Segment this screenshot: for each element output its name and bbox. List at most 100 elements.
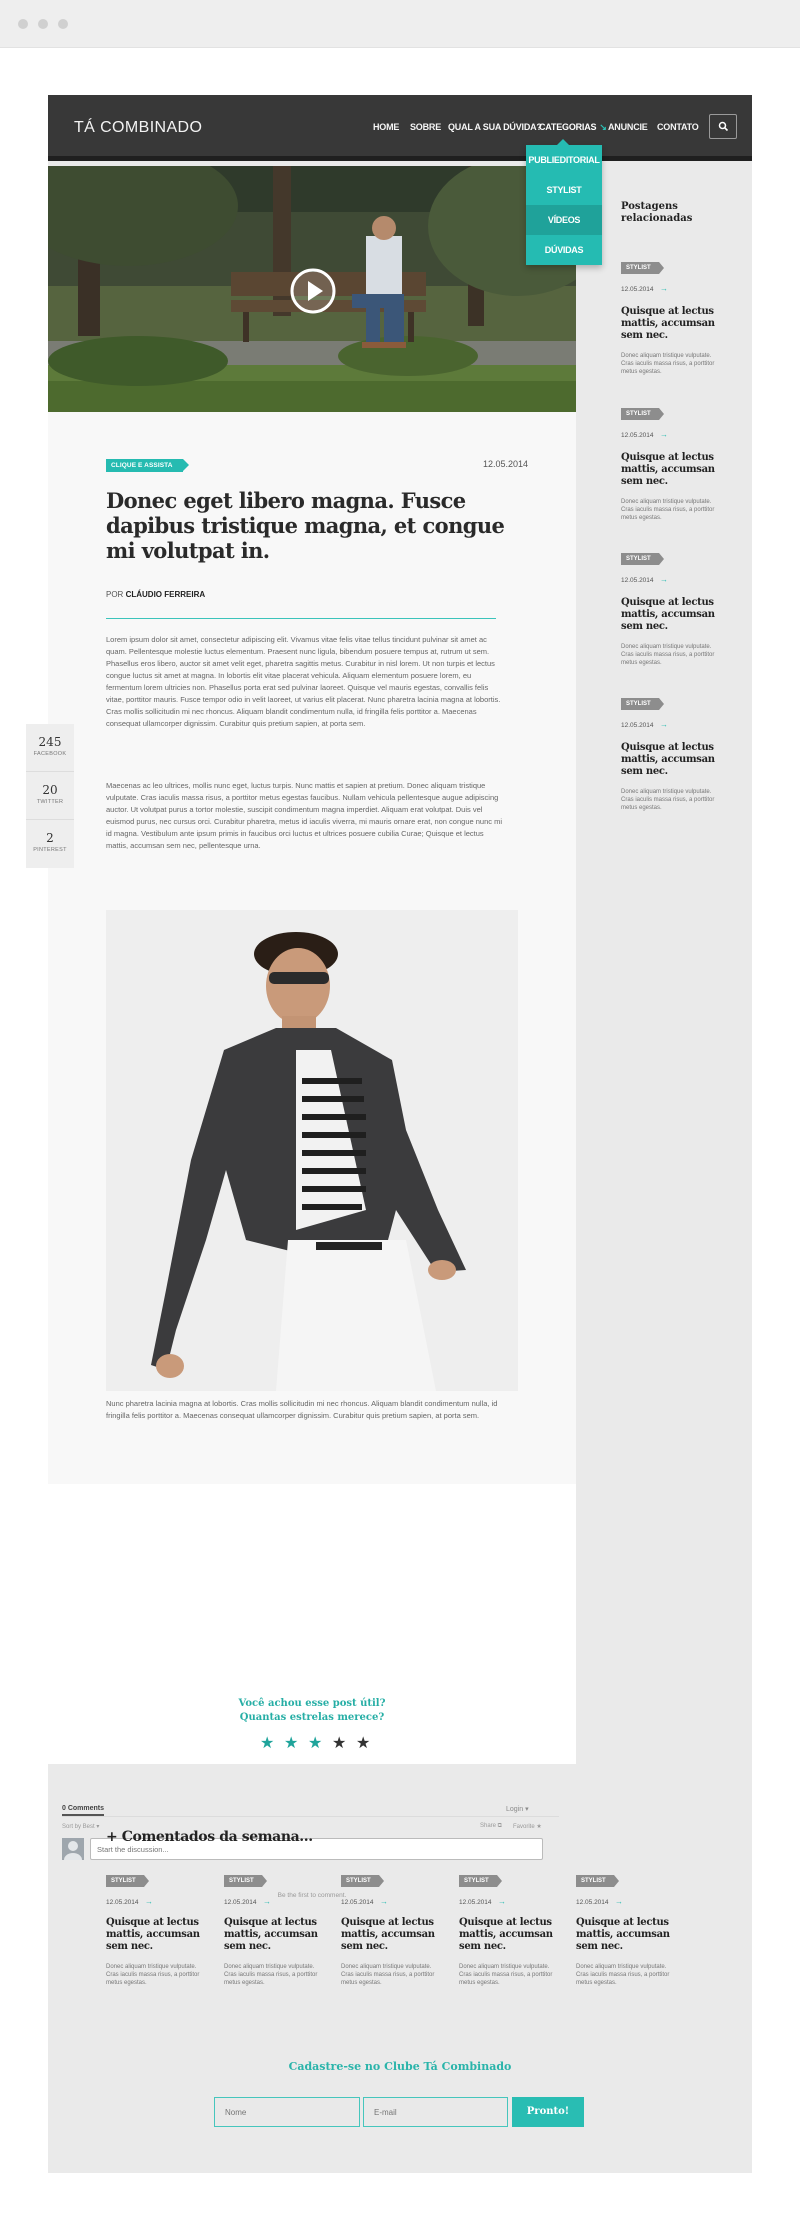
rating-star-3[interactable]: ★ bbox=[308, 1736, 322, 1752]
week-card-tag[interactable]: STYLIST bbox=[459, 1875, 502, 1887]
week-card-tag[interactable]: STYLIST bbox=[224, 1875, 267, 1887]
week-card-excerpt: Donec aliquam tristique vulputate. Cras … bbox=[106, 1964, 200, 1986]
week-card-date: 12.05.2014 bbox=[106, 1899, 139, 1906]
categorias-dropdown: PUBLIEDITORIAL STYLIST VÍDEOS DÚVIDAS bbox=[526, 139, 602, 265]
week-card-title[interactable]: Quisque at lectus mattis, accumsan sem n… bbox=[576, 1917, 671, 1953]
related-card-title[interactable]: Quisque at lectus mattis, accumsan sem n… bbox=[621, 306, 716, 342]
arrow-right-icon[interactable]: → bbox=[615, 1897, 623, 1906]
related-card-tag[interactable]: STYLIST bbox=[621, 408, 664, 420]
week-card-date: 12.05.2014 bbox=[224, 1899, 257, 1906]
week-card-title[interactable]: Quisque at lectus mattis, accumsan sem n… bbox=[459, 1917, 554, 1953]
post-title: Donec eget libero magna. Fusce dapibus t… bbox=[106, 488, 505, 563]
rating-star-5[interactable]: ★ bbox=[356, 1736, 370, 1752]
share-count: 245 bbox=[38, 735, 62, 749]
dropdown-item-publieditorial[interactable]: PUBLIEDITORIAL bbox=[526, 145, 602, 175]
share-count: 20 bbox=[42, 783, 58, 797]
week-card-title[interactable]: Quisque at lectus mattis, accumsan sem n… bbox=[224, 1917, 319, 1953]
related-card-excerpt: Donec aliquam tristique vulputate. Cras … bbox=[621, 353, 715, 375]
related-card-excerpt: Donec aliquam tristique vulputate. Cras … bbox=[621, 789, 715, 811]
week-card-date: 12.05.2014 bbox=[341, 1899, 374, 1906]
comments-count-tab[interactable]: 0 Comments bbox=[62, 1805, 104, 1812]
related-card-date: 12.05.2014 bbox=[621, 722, 654, 729]
comments-divider bbox=[62, 1816, 559, 1817]
share-facebook[interactable]: 245 FACEBOOK bbox=[26, 724, 74, 772]
week-card-date: 12.05.2014 bbox=[459, 1899, 492, 1906]
comments-sort-dropdown[interactable]: Sort by Best ▾ bbox=[62, 1823, 99, 1830]
nav-qual-a-sua-duvida[interactable]: QUAL A SUA DÚVIDA? bbox=[448, 122, 542, 132]
week-card-tag[interactable]: STYLIST bbox=[341, 1875, 384, 1887]
arrow-right-icon[interactable]: → bbox=[498, 1897, 506, 1906]
comments-login-link[interactable]: Login ▾ bbox=[506, 1805, 529, 1813]
related-card-date: 12.05.2014 bbox=[621, 432, 654, 439]
related-card-tag[interactable]: STYLIST bbox=[621, 553, 664, 565]
newsletter-submit-button[interactable]: Pronto! bbox=[512, 2097, 584, 2127]
nav-categorias[interactable]: CATEGORIAS ↘ bbox=[539, 122, 607, 133]
week-card-excerpt: Donec aliquam tristique vulputate. Cras … bbox=[576, 1964, 670, 1986]
nav-sobre[interactable]: SOBRE bbox=[410, 122, 441, 132]
related-card-tag[interactable]: STYLIST bbox=[621, 262, 664, 274]
arrow-right-icon[interactable]: → bbox=[660, 430, 668, 439]
comments-favorite-link[interactable]: Favorite ★ bbox=[513, 1823, 542, 1830]
post-paragraph: Nunc pharetra lacinia magna at lobortis.… bbox=[106, 1399, 498, 1420]
share-counters: 245 FACEBOOK 20 TWITTER 2 PINTEREST bbox=[26, 724, 74, 868]
related-card-date: 12.05.2014 bbox=[621, 286, 654, 293]
share-count: 2 bbox=[46, 831, 54, 845]
site-logo[interactable]: TÁ COMBINADO bbox=[74, 119, 202, 137]
week-card-date: 12.05.2014 bbox=[576, 1899, 609, 1906]
related-card-title[interactable]: Quisque at lectus mattis, accumsan sem n… bbox=[621, 742, 716, 778]
comments-empty-message: Be the first to comment. bbox=[277, 1892, 347, 1899]
rating-question: Você achou esse post útil? Quantas estre… bbox=[48, 1697, 576, 1725]
arrow-right-icon[interactable]: → bbox=[660, 720, 668, 729]
dropdown-item-stylist[interactable]: STYLIST bbox=[526, 175, 602, 205]
nav-categorias-label: CATEGORIAS bbox=[539, 122, 597, 132]
share-pinterest[interactable]: 2 PINTEREST bbox=[26, 820, 74, 868]
sidebar-title-line1: Postagens bbox=[621, 201, 678, 212]
related-card-excerpt: Donec aliquam tristique vulputate. Cras … bbox=[621, 499, 715, 521]
arrow-right-icon[interactable]: → bbox=[660, 575, 668, 584]
post-byline: POR CLÁUDIO FERREIRA bbox=[106, 590, 205, 599]
rating-question-line2: Quantas estrelas merece? bbox=[239, 1712, 385, 1723]
nav-anuncie[interactable]: ANUNCIE bbox=[608, 122, 648, 132]
week-card-tag[interactable]: STYLIST bbox=[106, 1875, 149, 1887]
post-paragraph: Maecenas ac leo ultrices, mollis nunc eg… bbox=[106, 781, 503, 850]
newsletter-email-input[interactable] bbox=[363, 2097, 508, 2127]
week-card-title[interactable]: Quisque at lectus mattis, accumsan sem n… bbox=[341, 1917, 436, 1953]
share-twitter[interactable]: 20 TWITTER bbox=[26, 772, 74, 820]
search-button[interactable] bbox=[709, 114, 737, 139]
video-player[interactable] bbox=[48, 166, 576, 412]
window-close-dot[interactable] bbox=[18, 19, 28, 29]
rating-star-4[interactable]: ★ bbox=[332, 1736, 346, 1752]
rating-star-2[interactable]: ★ bbox=[284, 1736, 298, 1752]
nav-contato[interactable]: CONTATO bbox=[657, 122, 699, 132]
post-category-badge[interactable]: CLIQUE E ASSISTA bbox=[106, 459, 189, 472]
window-maximize-dot[interactable] bbox=[58, 19, 68, 29]
share-label: FACEBOOK bbox=[33, 751, 67, 757]
sidebar-title: Postagens relacionadas bbox=[621, 201, 692, 225]
arrow-right-icon[interactable]: → bbox=[263, 1897, 271, 1906]
week-card-excerpt: Donec aliquam tristique vulputate. Cras … bbox=[459, 1964, 553, 1986]
model-photo bbox=[106, 910, 518, 1391]
window-minimize-dot[interactable] bbox=[38, 19, 48, 29]
site-header: TÁ COMBINADO HOME SOBRE QUAL A SUA DÚVID… bbox=[48, 95, 752, 161]
arrow-right-icon[interactable]: → bbox=[145, 1897, 153, 1906]
week-section-title: + Comentados da semana... bbox=[106, 1829, 313, 1845]
nav-home[interactable]: HOME bbox=[373, 122, 399, 132]
dropdown-item-duvidas[interactable]: DÚVIDAS bbox=[526, 235, 602, 265]
week-card-title[interactable]: Quisque at lectus mattis, accumsan sem n… bbox=[106, 1917, 201, 1953]
week-card-tag[interactable]: STYLIST bbox=[576, 1875, 619, 1887]
play-icon[interactable] bbox=[288, 266, 338, 316]
comments-share-link[interactable]: Share ⧉ bbox=[480, 1823, 502, 1830]
arrow-right-icon[interactable]: → bbox=[660, 284, 668, 293]
title-divider bbox=[106, 618, 496, 619]
related-card-title[interactable]: Quisque at lectus mattis, accumsan sem n… bbox=[621, 452, 716, 488]
related-card-title[interactable]: Quisque at lectus mattis, accumsan sem n… bbox=[621, 597, 716, 633]
dropdown-item-videos[interactable]: VÍDEOS bbox=[526, 205, 602, 235]
newsletter-name-input[interactable] bbox=[214, 2097, 360, 2127]
arrow-right-icon[interactable]: → bbox=[380, 1897, 388, 1906]
week-card-excerpt: Donec aliquam tristique vulputate. Cras … bbox=[224, 1964, 318, 1986]
post-author[interactable]: CLÁUDIO FERREIRA bbox=[126, 590, 206, 599]
newsletter-title: Cadastre-se no Clube Tá Combinado bbox=[288, 2060, 512, 2073]
share-label: PINTEREST bbox=[33, 847, 67, 853]
rating-star-1[interactable]: ★ bbox=[260, 1736, 274, 1752]
related-card-tag[interactable]: STYLIST bbox=[621, 698, 664, 710]
